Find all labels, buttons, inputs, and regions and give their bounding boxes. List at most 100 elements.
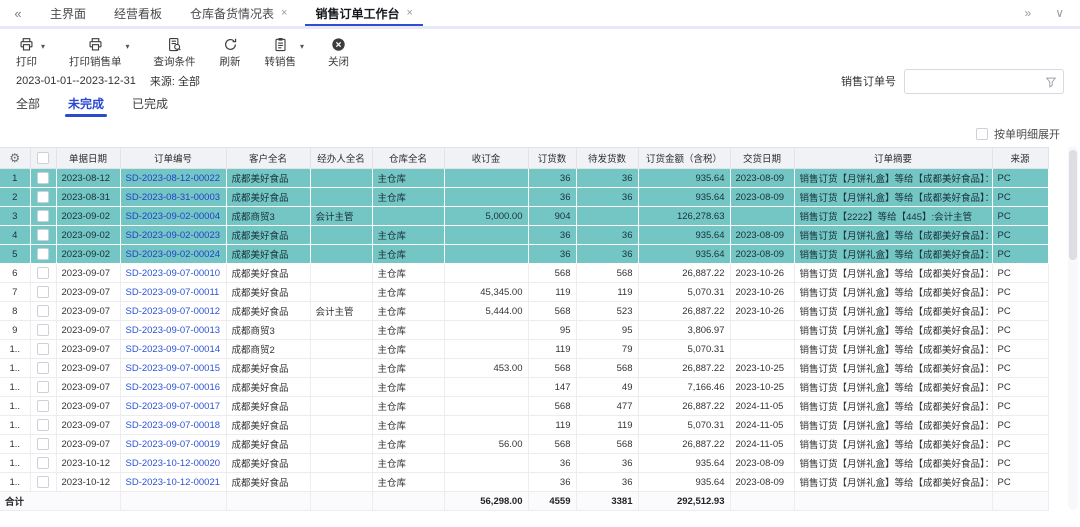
row-checkbox[interactable]	[37, 191, 49, 203]
print-sales-order-button[interactable]: 打印销售单 ▾	[69, 37, 130, 69]
order-number-link[interactable]: SD-2023-09-07-00015	[126, 363, 221, 374]
row-checkbox[interactable]	[37, 381, 49, 393]
col-header-num[interactable]: ⚙	[0, 148, 30, 169]
col-header-summary[interactable]: 订单摘要	[794, 148, 992, 169]
row-checkbox[interactable]	[37, 286, 49, 298]
cell-delivery: 2023-10-25	[730, 359, 794, 378]
cell-source: PC	[992, 340, 1048, 359]
row-checkbox[interactable]	[37, 343, 49, 355]
col-header-customer[interactable]: 客户全名	[226, 148, 310, 169]
table-row[interactable]: 1..2023-10-12SD-2023-10-12-00021成都美好食品主仓…	[0, 473, 1048, 492]
tab-all[interactable]: 全部	[16, 95, 40, 121]
dropdown-caret-icon[interactable]: ▾	[41, 42, 45, 51]
order-number-link[interactable]: SD-2023-10-12-00021	[126, 477, 221, 488]
refresh-button[interactable]: 刷新	[220, 37, 241, 69]
close-tab-icon[interactable]: ×	[407, 7, 413, 19]
col-header-source[interactable]: 来源	[992, 148, 1048, 169]
cell-check	[30, 207, 56, 226]
order-number-link[interactable]: SD-2023-09-07-00012	[126, 306, 221, 317]
order-number-link[interactable]: SD-2023-08-31-00003	[126, 192, 221, 203]
order-number-link[interactable]: SD-2023-09-07-00011	[126, 287, 220, 298]
row-checkbox[interactable]	[37, 305, 49, 317]
dropdown-caret-icon[interactable]: ▾	[126, 42, 130, 51]
order-number-link[interactable]: SD-2023-10-12-00020	[126, 458, 221, 469]
table-row[interactable]: 32023-09-02SD-2023-09-02-00004成都商贸3会计主管5…	[0, 207, 1048, 226]
col-header-order_no[interactable]: 订单编号	[120, 148, 226, 169]
order-number-link[interactable]: SD-2023-09-07-00017	[126, 401, 221, 412]
row-checkbox[interactable]	[37, 248, 49, 260]
order-number-link[interactable]: SD-2023-09-07-00016	[126, 382, 221, 393]
tab-main-screen[interactable]: 主界面	[36, 0, 100, 26]
tab-warehouse-stock-report[interactable]: 仓库备货情况表 ×	[176, 0, 301, 26]
table-row[interactable]: 1..2023-09-07SD-2023-09-07-00019成都美好食品主仓…	[0, 435, 1048, 454]
col-header-handler[interactable]: 经办人全名	[310, 148, 372, 169]
table-row[interactable]: 42023-09-02SD-2023-09-02-00023成都美好食品主仓库3…	[0, 226, 1048, 245]
tab-business-dashboard[interactable]: 经营看板	[100, 0, 176, 26]
sales-order-number-input[interactable]	[904, 69, 1064, 94]
table-row[interactable]: 1..2023-09-07SD-2023-09-07-00018成都美好食品主仓…	[0, 416, 1048, 435]
table-row[interactable]: 52023-09-02SD-2023-09-02-00024成都美好食品主仓库3…	[0, 245, 1048, 264]
cell-order_no: SD-2023-09-07-00014	[120, 340, 226, 359]
cell-num: 1..	[0, 378, 30, 397]
cell-summary: 销售订货【月饼礼盒】等给【成都美好食品】：	[794, 359, 992, 378]
order-number-link[interactable]: SD-2023-09-07-00014	[126, 344, 221, 355]
close-button[interactable]: 关闭	[328, 37, 349, 69]
row-checkbox[interactable]	[37, 438, 49, 450]
row-checkbox[interactable]	[37, 229, 49, 241]
row-checkbox[interactable]	[37, 457, 49, 469]
tab-unfinished[interactable]: 未完成	[68, 95, 104, 121]
tab-sales-order-workbench[interactable]: 销售订单工作台 ×	[301, 0, 426, 26]
col-header-check[interactable]	[30, 148, 56, 169]
row-checkbox[interactable]	[37, 419, 49, 431]
table-row[interactable]: 12023-08-12SD-2023-08-12-00022成都美好食品主仓库3…	[0, 169, 1048, 188]
row-checkbox[interactable]	[37, 400, 49, 412]
order-number-link[interactable]: SD-2023-09-02-00004	[126, 211, 221, 222]
vertical-scrollbar[interactable]	[1068, 146, 1078, 510]
order-number-link[interactable]: SD-2023-09-07-00019	[126, 439, 221, 450]
table-row[interactable]: 92023-09-07SD-2023-09-07-00013成都商贸3主仓库95…	[0, 321, 1048, 340]
table-row[interactable]: 1..2023-09-07SD-2023-09-07-00015成都美好食品主仓…	[0, 359, 1048, 378]
select-all-checkbox[interactable]	[37, 152, 49, 164]
settings-gear-icon[interactable]: ⚙	[9, 151, 20, 165]
table-row[interactable]: 1..2023-10-12SD-2023-10-12-00020成都美好食品主仓…	[0, 454, 1048, 473]
col-header-deposit[interactable]: 收订金	[444, 148, 528, 169]
order-number-link[interactable]: SD-2023-09-07-00013	[126, 325, 221, 336]
filter-funnel-icon[interactable]	[1045, 76, 1057, 88]
query-conditions-button[interactable]: 查询条件	[154, 37, 196, 69]
row-checkbox[interactable]	[37, 476, 49, 488]
convert-to-sale-button[interactable]: 转销售 ▾	[265, 37, 305, 69]
cell-deposit: 5,000.00	[444, 207, 528, 226]
table-row[interactable]: 82023-09-07SD-2023-09-07-00012成都美好食品会计主管…	[0, 302, 1048, 321]
scrollbar-thumb[interactable]	[1069, 150, 1077, 260]
tab-finished[interactable]: 已完成	[132, 95, 168, 121]
col-header-qty[interactable]: 订货数	[528, 148, 576, 169]
dropdown-caret-icon[interactable]: ▾	[300, 42, 304, 51]
table-row[interactable]: 1..2023-09-07SD-2023-09-07-00014成都商贸2主仓库…	[0, 340, 1048, 359]
table-row[interactable]: 62023-09-07SD-2023-09-07-00010成都美好食品主仓库5…	[0, 264, 1048, 283]
col-header-delivery[interactable]: 交货日期	[730, 148, 794, 169]
close-tab-icon[interactable]: ×	[281, 7, 287, 19]
row-checkbox[interactable]	[37, 210, 49, 222]
order-number-link[interactable]: SD-2023-09-07-00010	[126, 268, 221, 279]
order-number-link[interactable]: SD-2023-09-07-00018	[126, 420, 221, 431]
expand-tabs-icon[interactable]: »	[1025, 6, 1032, 20]
order-number-link[interactable]: SD-2023-09-02-00023	[126, 230, 221, 241]
table-row[interactable]: 22023-08-31SD-2023-08-31-00003成都美好食品主仓库3…	[0, 188, 1048, 207]
tab-list-chevron-icon[interactable]: ∨	[1055, 6, 1064, 20]
print-button[interactable]: 打印 ▾	[16, 37, 45, 69]
row-checkbox[interactable]	[37, 172, 49, 184]
row-checkbox[interactable]	[37, 324, 49, 336]
table-row[interactable]: 1..2023-09-07SD-2023-09-07-00016成都美好食品主仓…	[0, 378, 1048, 397]
order-number-link[interactable]: SD-2023-08-12-00022	[126, 173, 221, 184]
row-checkbox[interactable]	[37, 362, 49, 374]
order-number-link[interactable]: SD-2023-09-02-00024	[126, 249, 221, 260]
col-header-amount[interactable]: 订货金额（含税）	[638, 148, 730, 169]
col-header-warehouse[interactable]: 仓库全名	[372, 148, 444, 169]
table-row[interactable]: 72023-09-07SD-2023-09-07-00011成都美好食品主仓库4…	[0, 283, 1048, 302]
col-header-date[interactable]: 单据日期	[56, 148, 120, 169]
collapse-tabs-icon[interactable]: «	[0, 0, 36, 26]
table-row[interactable]: 1..2023-09-07SD-2023-09-07-00017成都美好食品主仓…	[0, 397, 1048, 416]
row-checkbox[interactable]	[37, 267, 49, 279]
expand-by-detail-checkbox[interactable]	[976, 128, 988, 140]
col-header-pending[interactable]: 待发货数	[576, 148, 638, 169]
